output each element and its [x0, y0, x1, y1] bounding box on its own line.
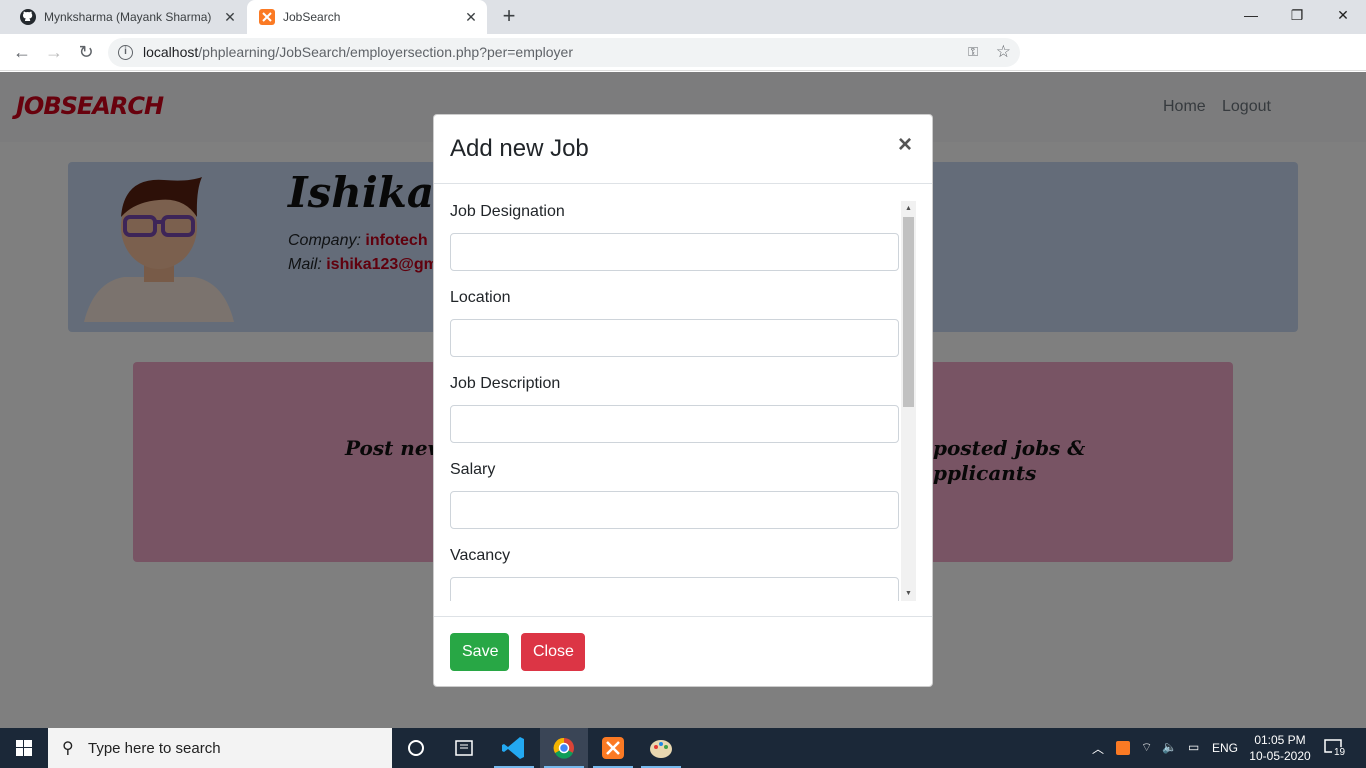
tab-title: Mynksharma (Mayank Sharma)	[44, 10, 212, 24]
field-label: Salary	[450, 461, 496, 478]
field-label: Job Designation	[450, 203, 565, 220]
field-job-description: Job Description	[450, 373, 900, 459]
modal-title: Add new Job	[450, 135, 589, 162]
cortana-icon[interactable]	[392, 728, 440, 768]
url-path: /phplearning/JobSearch/employersection.p…	[198, 44, 573, 60]
search-icon: ⚲	[62, 740, 74, 757]
wifi-icon[interactable]: ⌔	[1141, 740, 1152, 755]
field-label: Location	[450, 289, 511, 306]
chrome-icon[interactable]	[540, 728, 588, 768]
windows-taskbar: ⚲ Type here to search ︿ ⌔ 🔈 ▭ ENG 01:05 …	[0, 728, 1366, 768]
volume-icon[interactable]: 🔈	[1162, 740, 1177, 754]
scrollbar-thumb[interactable]	[903, 217, 914, 407]
vscode-icon[interactable]	[490, 728, 538, 768]
modal-body: Job Designation Location Job Description…	[450, 201, 916, 601]
job-designation-input[interactable]	[450, 233, 899, 271]
scroll-down-arrow-icon[interactable]: ▼	[901, 586, 916, 601]
back-arrow-icon[interactable]: ←	[10, 41, 34, 65]
close-icon[interactable]: ×	[898, 133, 912, 157]
xampp-taskbar-icon[interactable]	[589, 728, 637, 768]
tab-close-icon[interactable]: ✕	[222, 9, 238, 25]
field-job-designation: Job Designation	[450, 201, 900, 287]
new-tab-icon[interactable]: +	[500, 5, 518, 28]
tab-github[interactable]: Mynksharma (Mayank Sharma) ✕	[8, 0, 246, 34]
modal-scrollbar[interactable]: ▲ ▼	[901, 201, 916, 601]
scroll-up-arrow-icon[interactable]: ▲	[901, 201, 916, 216]
github-icon	[20, 9, 36, 25]
clock-date: 10-05-2020	[1249, 749, 1311, 763]
xampp-tray-icon[interactable]	[1116, 741, 1130, 755]
url-text[interactable]: localhost/phplearning/JobSearch/employer…	[143, 44, 573, 60]
save-button[interactable]: Save	[450, 633, 509, 671]
show-hidden-icons-icon[interactable]: ︿	[1092, 740, 1104, 757]
language-indicator[interactable]: ENG	[1212, 741, 1238, 755]
add-job-modal: Add new Job × Job Designation Location J…	[433, 114, 933, 687]
reload-icon[interactable]: ↻	[74, 41, 98, 65]
battery-icon[interactable]: ▭	[1188, 740, 1199, 754]
address-bar[interactable]: i localhost/phplearning/JobSearch/employ…	[108, 38, 1020, 67]
taskbar-clock[interactable]: 01:05 PM 10-05-2020	[1248, 732, 1312, 764]
salary-input[interactable]	[450, 491, 899, 529]
url-host: localhost	[143, 44, 199, 60]
notification-center-icon[interactable]: 19	[1324, 738, 1348, 758]
bookmark-star-icon[interactable]: ☆	[996, 42, 1011, 62]
xampp-icon	[259, 9, 275, 25]
notification-count: 19	[1332, 747, 1348, 758]
search-placeholder: Type here to search	[88, 740, 221, 757]
field-vacancy: Vacancy	[450, 545, 900, 601]
location-input[interactable]	[450, 319, 899, 357]
minimize-icon[interactable]: —	[1228, 0, 1274, 32]
modal-header: Add new Job ×	[434, 115, 932, 184]
windows-start-icon[interactable]	[0, 728, 48, 768]
task-view-icon[interactable]	[440, 728, 488, 768]
field-label: Vacancy	[450, 547, 511, 564]
tab-jobsearch[interactable]: JobSearch ✕	[247, 0, 487, 34]
clock-time: 01:05 PM	[1254, 733, 1306, 747]
vacancy-input[interactable]	[450, 577, 899, 601]
web-page: JOBSEARCH Home Logout Ishika Company: in…	[0, 72, 1366, 728]
job-description-input[interactable]	[450, 405, 899, 443]
field-salary: Salary	[450, 459, 900, 545]
field-label: Job Description	[450, 375, 561, 392]
browser-toolbar: ← → ↻ i localhost/phplearning/JobSearch/…	[0, 34, 1366, 97]
modal-footer: Save Close	[434, 616, 932, 686]
window-close-icon[interactable]: ✕	[1320, 0, 1366, 32]
job-form: Job Designation Location Job Description…	[450, 201, 900, 601]
field-location: Location	[450, 287, 900, 373]
tab-title: JobSearch	[283, 10, 341, 24]
maximize-icon[interactable]: ❐	[1274, 0, 1320, 32]
site-info-icon[interactable]: i	[118, 45, 133, 60]
close-button[interactable]: Close	[521, 633, 585, 671]
paint-icon[interactable]	[637, 728, 685, 768]
taskbar-search-input[interactable]: ⚲ Type here to search	[48, 728, 392, 768]
browser-tab-strip: Mynksharma (Mayank Sharma) ✕ JobSearch ✕…	[0, 0, 1366, 34]
key-icon[interactable]: ⚿	[968, 44, 978, 60]
forward-arrow-icon[interactable]: →	[42, 41, 66, 65]
tab-close-icon[interactable]: ✕	[463, 9, 479, 25]
